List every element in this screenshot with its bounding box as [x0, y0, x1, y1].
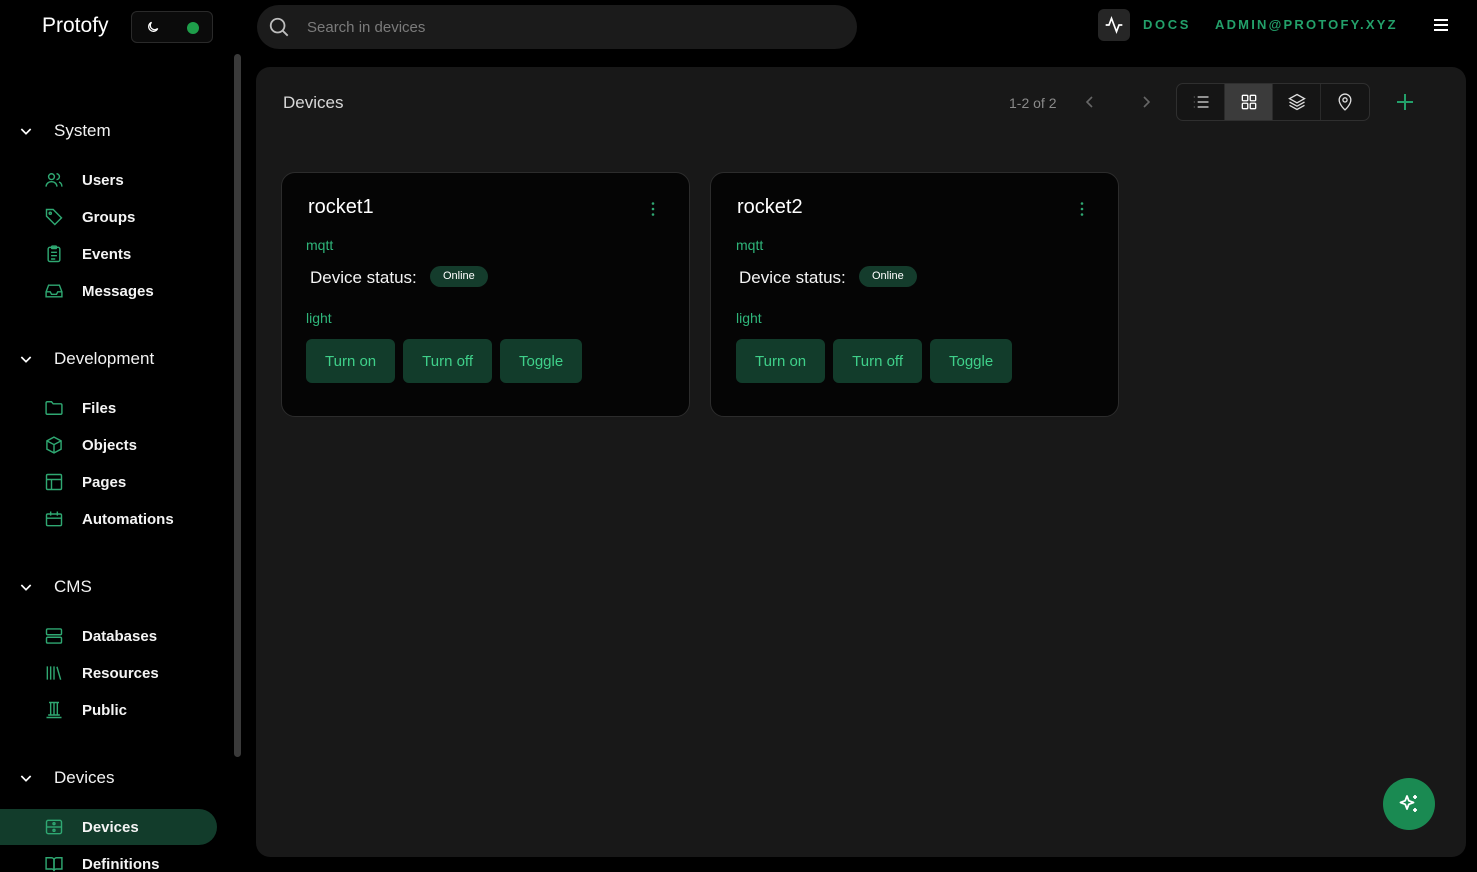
columns-icon: [46, 701, 62, 719]
turn-off-button[interactable]: Turn off: [833, 339, 922, 383]
section-title: Devices: [54, 768, 115, 787]
grid-icon: [1241, 94, 1256, 110]
library-icon: [46, 666, 62, 680]
sidebar-item-devices[interactable]: Devices: [0, 809, 217, 845]
sparkles-icon: [1399, 795, 1417, 812]
search-icon: [269, 17, 289, 37]
book-icon: [45, 857, 63, 872]
grid-view-button[interactable]: [1225, 84, 1273, 120]
turn-on-button[interactable]: Turn on: [736, 339, 826, 383]
chevron-down-icon: [20, 775, 32, 782]
section-development[interactable]: Development: [18, 347, 154, 371]
map-view-button[interactable]: [1321, 84, 1369, 120]
section-devices[interactable]: Devices: [18, 766, 114, 790]
add-device-button[interactable]: [1394, 91, 1416, 113]
activity-button[interactable]: [1098, 9, 1130, 41]
pagination-text: 1-2 of 2: [1009, 95, 1057, 111]
app-logo[interactable]: Protofy: [42, 14, 109, 38]
layout-icon: [45, 473, 63, 491]
section-title: Development: [54, 349, 155, 368]
sidebar-item-groups[interactable]: Groups: [0, 199, 217, 235]
sidebar-item-definitions[interactable]: Definitions: [0, 846, 217, 872]
sidebar-item-objects[interactable]: Objects: [0, 427, 217, 463]
ai-assistant-button[interactable]: [1383, 778, 1435, 830]
users-icon: [45, 173, 63, 187]
chevron-right-icon[interactable]: [1138, 93, 1154, 111]
connection-status-dot: [187, 22, 199, 34]
docs-link[interactable]: DOCS: [1143, 17, 1191, 32]
device-card: rocket1 mqtt Device status: Online light…: [281, 172, 690, 417]
sidebar-item-pages[interactable]: Pages: [0, 464, 217, 500]
chevron-down-icon: [20, 584, 32, 591]
sidebar-item-users[interactable]: Users: [0, 162, 217, 198]
component-label: light: [736, 310, 762, 326]
list-view-button[interactable]: [1177, 84, 1225, 120]
sidebar-item-public[interactable]: Public: [0, 692, 217, 728]
turn-off-button[interactable]: Turn off: [403, 339, 492, 383]
user-menu-link[interactable]: ADMIN@PROTOFY.XYZ: [1215, 17, 1398, 32]
turn-on-button[interactable]: Turn on: [306, 339, 396, 383]
hamburger-menu-icon[interactable]: [1432, 17, 1450, 33]
device-name: rocket1: [308, 196, 374, 218]
chevron-down-icon: [20, 356, 32, 363]
toggle-button[interactable]: Toggle: [930, 339, 1013, 383]
router-icon: [45, 819, 63, 835]
layers-view-button[interactable]: [1273, 84, 1321, 120]
sidebar-item-events[interactable]: Events: [0, 236, 217, 272]
calendar-icon: [45, 511, 63, 527]
device-card: rocket2 mqtt Device status: Online light…: [710, 172, 1119, 417]
moon-icon: [148, 21, 159, 32]
device-protocol: mqtt: [306, 237, 334, 253]
device-actions: Turn on Turn off Toggle: [736, 339, 1013, 383]
more-options-icon[interactable]: [650, 201, 656, 217]
sidebar-item-automations[interactable]: Automations: [0, 501, 217, 537]
more-options-icon[interactable]: [1079, 201, 1085, 217]
activity-icon: [1105, 15, 1123, 35]
sidebar-scrollbar[interactable]: [234, 54, 241, 757]
status-badge: Online: [430, 266, 488, 287]
chevron-down-icon: [20, 128, 32, 135]
section-title: System: [54, 121, 111, 140]
device-status-label: Device status:: [739, 268, 846, 287]
device-actions: Turn on Turn off Toggle: [306, 339, 583, 383]
list-icon: [1193, 96, 1208, 108]
server-icon: [45, 628, 63, 644]
component-label: light: [306, 310, 332, 326]
inbox-icon: [45, 284, 63, 298]
search-input[interactable]: [307, 5, 827, 49]
sidebar-item-files[interactable]: Files: [0, 390, 217, 426]
toggle-button[interactable]: Toggle: [500, 339, 583, 383]
folder-icon: [45, 401, 63, 415]
devices-panel: Devices 1-2 of 2 rocket1 mqtt Device sta…: [256, 67, 1466, 857]
tag-icon: [45, 208, 63, 226]
device-protocol: mqtt: [736, 237, 764, 253]
page-title: Devices: [283, 93, 344, 112]
layers-icon: [1287, 93, 1306, 111]
section-cms[interactable]: CMS: [18, 575, 92, 599]
box-icon: [46, 436, 62, 454]
theme-toggle[interactable]: [131, 11, 213, 43]
sidebar-item-messages[interactable]: Messages: [0, 273, 217, 309]
device-name: rocket2: [737, 196, 803, 218]
section-system[interactable]: System: [18, 119, 111, 143]
status-badge: Online: [859, 266, 917, 287]
sidebar-item-resources[interactable]: Resources: [0, 655, 217, 691]
chevron-left-icon[interactable]: [1082, 93, 1098, 111]
view-mode-toggle: [1176, 83, 1370, 121]
clipboard-icon: [47, 245, 61, 263]
device-status-label: Device status:: [310, 268, 417, 287]
search-bar[interactable]: [257, 5, 857, 49]
sidebar-item-databases[interactable]: Databases: [0, 618, 217, 654]
section-title: CMS: [54, 577, 92, 596]
map-pin-icon: [1338, 93, 1352, 111]
